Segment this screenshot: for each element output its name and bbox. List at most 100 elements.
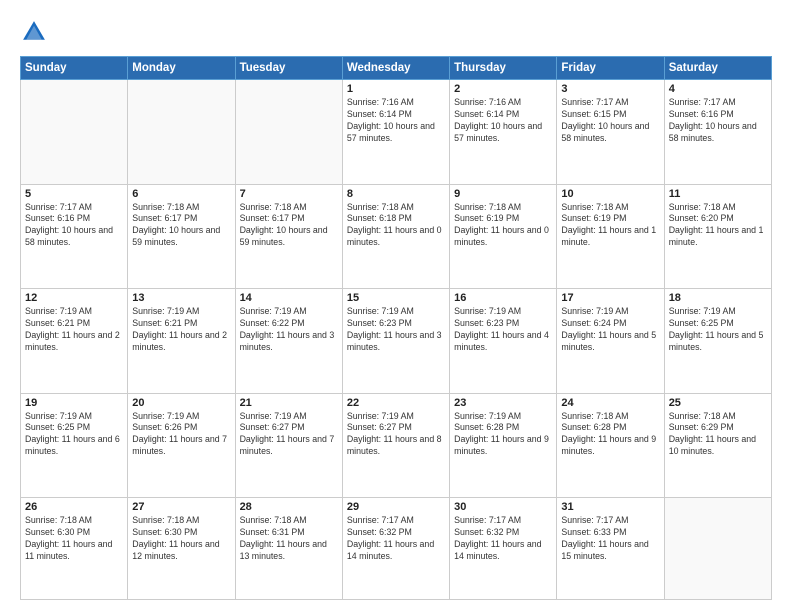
day-number: 12 [25,292,123,304]
day-cell: 14 Sunrise: 7:19 AM Sunset: 6:22 PM Dayli… [235,289,342,394]
day-number: 25 [669,397,767,409]
weekday-header-saturday: Saturday [664,57,771,80]
day-number: 17 [561,292,659,304]
day-number: 11 [669,188,767,200]
day-number: 8 [347,188,445,200]
day-cell: 7 Sunrise: 7:18 AM Sunset: 6:17 PM Daylig… [235,184,342,289]
day-number: 15 [347,292,445,304]
day-number: 24 [561,397,659,409]
day-info: Sunrise: 7:19 AM Sunset: 6:21 PM Dayligh… [25,306,123,354]
day-info: Sunrise: 7:17 AM Sunset: 6:32 PM Dayligh… [454,515,552,563]
day-cell: 22Sunrise: 7:19 AM Sunset: 6:27 PM Dayli… [342,393,449,498]
day-cell: 18 Sunrise: 7:19 AM Sunset: 6:25 PM Dayli… [664,289,771,394]
day-number: 14 [240,292,338,304]
weekday-header-thursday: Thursday [450,57,557,80]
day-info: Sunrise: 7:18 AM Sunset: 6:17 PM Dayligh… [132,202,230,250]
weekday-header-sunday: Sunday [21,57,128,80]
day-number: 30 [454,501,552,513]
day-info: Sunrise: 7:18 AM Sunset: 6:19 PM Dayligh… [454,202,552,250]
day-number: 29 [347,501,445,513]
day-cell: 5 Sunrise: 7:17 AM Sunset: 6:16 PM Daylig… [21,184,128,289]
day-info: Sunrise: 7:16 AM Sunset: 6:14 PM Dayligh… [347,97,445,145]
day-info: Sunrise: 7:17 AM Sunset: 6:15 PM Dayligh… [561,97,659,145]
day-number: 9 [454,188,552,200]
day-cell: 17 Sunrise: 7:19 AM Sunset: 6:24 PM Dayli… [557,289,664,394]
day-info: Sunrise: 7:17 AM Sunset: 6:16 PM Dayligh… [25,202,123,250]
day-info: Sunrise: 7:18 AM Sunset: 6:18 PM Dayligh… [347,202,445,250]
week-row-3: 12 Sunrise: 7:19 AM Sunset: 6:21 PM Dayli… [21,289,772,394]
day-cell: 23Sunrise: 7:19 AM Sunset: 6:28 PM Dayli… [450,393,557,498]
day-number: 5 [25,188,123,200]
day-number: 1 [347,83,445,95]
day-number: 21 [240,397,338,409]
day-number: 3 [561,83,659,95]
day-number: 7 [240,188,338,200]
logo-icon [20,18,48,46]
day-info: Sunrise: 7:17 AM Sunset: 6:33 PM Dayligh… [561,515,659,563]
weekday-header-tuesday: Tuesday [235,57,342,80]
day-number: 28 [240,501,338,513]
day-cell: 12 Sunrise: 7:19 AM Sunset: 6:21 PM Dayli… [21,289,128,394]
week-row-4: 19Sunrise: 7:19 AM Sunset: 6:25 PM Dayli… [21,393,772,498]
day-cell: 21 Sunrise: 7:19 AM Sunset: 6:27 PM Dayli… [235,393,342,498]
day-cell: 28 Sunrise: 7:18 AM Sunset: 6:31 PM Dayli… [235,498,342,600]
day-info: Sunrise: 7:18 AM Sunset: 6:19 PM Dayligh… [561,202,659,250]
day-cell: 13Sunrise: 7:19 AM Sunset: 6:21 PM Dayli… [128,289,235,394]
day-number: 4 [669,83,767,95]
day-info: Sunrise: 7:19 AM Sunset: 6:28 PM Dayligh… [454,411,552,459]
day-number: 31 [561,501,659,513]
day-info: Sunrise: 7:19 AM Sunset: 6:26 PM Dayligh… [132,411,230,459]
day-info: Sunrise: 7:19 AM Sunset: 6:22 PM Dayligh… [240,306,338,354]
day-cell: 20 Sunrise: 7:19 AM Sunset: 6:26 PM Dayli… [128,393,235,498]
logo [20,18,52,46]
day-cell: 24 Sunrise: 7:18 AM Sunset: 6:28 PM Dayli… [557,393,664,498]
day-number: 18 [669,292,767,304]
day-number: 10 [561,188,659,200]
day-info: Sunrise: 7:17 AM Sunset: 6:32 PM Dayligh… [347,515,445,563]
day-number: 20 [132,397,230,409]
day-cell: 11 Sunrise: 7:18 AM Sunset: 6:20 PM Dayli… [664,184,771,289]
day-info: Sunrise: 7:19 AM Sunset: 6:23 PM Dayligh… [454,306,552,354]
weekday-header-friday: Friday [557,57,664,80]
day-cell: 2 Sunrise: 7:16 AM Sunset: 6:14 PM Daylig… [450,80,557,185]
day-cell: 9 Sunrise: 7:18 AM Sunset: 6:19 PM Daylig… [450,184,557,289]
day-info: Sunrise: 7:19 AM Sunset: 6:24 PM Dayligh… [561,306,659,354]
day-info: Sunrise: 7:18 AM Sunset: 6:30 PM Dayligh… [132,515,230,563]
day-cell: 3 Sunrise: 7:17 AM Sunset: 6:15 PM Daylig… [557,80,664,185]
day-info: Sunrise: 7:19 AM Sunset: 6:23 PM Dayligh… [347,306,445,354]
day-cell: 30 Sunrise: 7:17 AM Sunset: 6:32 PM Dayli… [450,498,557,600]
day-info: Sunrise: 7:18 AM Sunset: 6:17 PM Dayligh… [240,202,338,250]
day-info: Sunrise: 7:18 AM Sunset: 6:20 PM Dayligh… [669,202,767,250]
weekday-header-monday: Monday [128,57,235,80]
day-cell: 26 Sunrise: 7:18 AM Sunset: 6:30 PM Dayli… [21,498,128,600]
day-info: Sunrise: 7:18 AM Sunset: 6:29 PM Dayligh… [669,411,767,459]
day-cell: 1 Sunrise: 7:16 AM Sunset: 6:14 PM Daylig… [342,80,449,185]
day-cell [235,80,342,185]
day-cell: 8 Sunrise: 7:18 AM Sunset: 6:18 PM Daylig… [342,184,449,289]
week-row-1: 1 Sunrise: 7:16 AM Sunset: 6:14 PM Daylig… [21,80,772,185]
day-info: Sunrise: 7:19 AM Sunset: 6:25 PM Dayligh… [669,306,767,354]
day-info: Sunrise: 7:18 AM Sunset: 6:28 PM Dayligh… [561,411,659,459]
day-number: 13 [132,292,230,304]
day-cell [128,80,235,185]
day-info: Sunrise: 7:18 AM Sunset: 6:31 PM Dayligh… [240,515,338,563]
day-cell: 31 Sunrise: 7:17 AM Sunset: 6:33 PM Dayli… [557,498,664,600]
day-cell: 19Sunrise: 7:19 AM Sunset: 6:25 PM Dayli… [21,393,128,498]
day-number: 16 [454,292,552,304]
day-info: Sunrise: 7:19 AM Sunset: 6:27 PM Dayligh… [240,411,338,459]
day-info: Sunrise: 7:18 AM Sunset: 6:30 PM Dayligh… [25,515,123,563]
day-number: 2 [454,83,552,95]
week-row-5: 26 Sunrise: 7:18 AM Sunset: 6:30 PM Dayli… [21,498,772,600]
day-info: Sunrise: 7:16 AM Sunset: 6:14 PM Dayligh… [454,97,552,145]
day-cell: 16 Sunrise: 7:19 AM Sunset: 6:23 PM Dayli… [450,289,557,394]
calendar-table: SundayMondayTuesdayWednesdayThursdayFrid… [20,56,772,600]
day-number: 26 [25,501,123,513]
weekday-header-wednesday: Wednesday [342,57,449,80]
day-cell: 6 Sunrise: 7:18 AM Sunset: 6:17 PM Daylig… [128,184,235,289]
header [20,18,772,46]
day-number: 6 [132,188,230,200]
day-cell: 15 Sunrise: 7:19 AM Sunset: 6:23 PM Dayli… [342,289,449,394]
day-cell: 25 Sunrise: 7:18 AM Sunset: 6:29 PM Dayli… [664,393,771,498]
day-info: Sunrise: 7:19 AM Sunset: 6:25 PM Dayligh… [25,411,123,459]
calendar-page: SundayMondayTuesdayWednesdayThursdayFrid… [0,0,792,612]
